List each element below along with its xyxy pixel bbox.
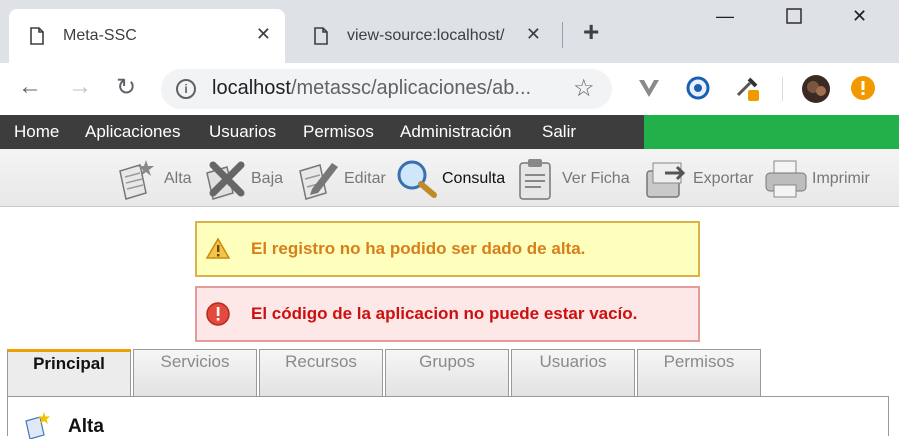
tab-panel: Alta: [7, 396, 889, 439]
ver-ficha-label: Ver Ficha: [562, 170, 630, 187]
alta-label: Alta: [164, 170, 192, 187]
main-menu-bar: Home Aplicaciones Usuarios Permisos Admi…: [0, 115, 899, 149]
forward-icon[interactable]: →: [68, 73, 92, 101]
edit-document-icon: [299, 163, 338, 200]
bookmark-star-icon[interactable]: ☆: [573, 74, 595, 103]
imprimir-label: Imprimir: [812, 170, 870, 187]
warning-message: El registro no ha podido ser dado de alt…: [195, 221, 700, 277]
exportar-button[interactable]: Exportar: [645, 157, 753, 201]
menu-item-usuarios[interactable]: Usuarios: [209, 122, 276, 142]
add-document-icon: [119, 160, 154, 200]
document-icon: [29, 26, 45, 46]
error-text: El código de la aplicacion no puede esta…: [251, 304, 638, 323]
toolbar-separator: [782, 77, 783, 101]
reload-icon[interactable]: ↻: [116, 73, 136, 102]
extension-v-icon[interactable]: [636, 75, 662, 101]
warning-text: El registro no ha podido ser dado de alt…: [251, 239, 586, 258]
address-bar[interactable]: i localhost/metassc/aplicaciones/ab... ☆: [161, 69, 612, 109]
editar-button[interactable]: Editar: [296, 157, 386, 201]
close-window-icon[interactable]: ✕: [852, 6, 867, 27]
browser-toolbar: ← → ↻ i localhost/metassc/aplicaciones/a…: [0, 63, 899, 115]
clipboard-icon: [519, 159, 551, 200]
tab-separator: [562, 22, 563, 48]
browser-tab-active[interactable]: Meta-SSC ✕: [9, 9, 285, 63]
magnifier-icon: [397, 160, 437, 198]
close-icon[interactable]: ✕: [526, 24, 541, 45]
error-icon: [206, 302, 230, 326]
baja-label: Baja: [251, 170, 284, 187]
add-document-icon: [25, 412, 50, 439]
panel-title: Alta: [68, 416, 104, 437]
editar-label: Editar: [344, 170, 386, 187]
back-icon[interactable]: ←: [18, 73, 42, 101]
menu-item-permisos[interactable]: Permisos: [303, 122, 374, 142]
info-icon[interactable]: i: [176, 79, 196, 99]
avatar[interactable]: [802, 75, 830, 103]
menu-item-home[interactable]: Home: [14, 122, 59, 142]
tab-permisos[interactable]: Permisos: [637, 349, 761, 397]
browser-tab-title: Meta-SSC: [63, 27, 137, 44]
document-icon: [313, 26, 329, 46]
export-icon: [646, 162, 686, 198]
form-tabs: Principal Servicios Recursos Grupos Usua…: [0, 349, 899, 397]
address-url[interactable]: localhost/metassc/aplicaciones/ab...: [212, 77, 531, 100]
url-host: localhost: [212, 77, 291, 99]
exportar-label: Exportar: [693, 170, 754, 187]
new-tab-icon[interactable]: +: [583, 16, 599, 48]
warning-icon: [205, 237, 231, 259]
tab-recursos[interactable]: Recursos: [259, 349, 383, 397]
menu-item-aplicaciones[interactable]: Aplicaciones: [85, 122, 180, 142]
menu-accent-bar: [644, 115, 899, 149]
browser-tab-inactive[interactable]: view-source:localhost/ ✕: [293, 9, 555, 63]
tab-servicios[interactable]: Servicios: [133, 349, 257, 397]
consulta-label: Consulta: [442, 170, 506, 187]
printer-icon: [765, 160, 807, 198]
extension-circle-icon[interactable]: [685, 75, 711, 101]
imprimir-button[interactable]: Imprimir: [764, 157, 870, 201]
eyedropper-icon[interactable]: [734, 75, 760, 101]
alta-button[interactable]: Alta: [116, 157, 192, 201]
ver-ficha-button[interactable]: Ver Ficha: [514, 157, 630, 201]
menu-item-salir[interactable]: Salir: [542, 122, 576, 142]
close-icon[interactable]: ✕: [256, 24, 271, 45]
tab-principal[interactable]: Principal: [7, 349, 131, 397]
update-alert-icon[interactable]: [850, 75, 876, 101]
tab-grupos[interactable]: Grupos: [385, 349, 509, 397]
action-toolbar: Alta Baja Editar Consulta Ver Ficha Expo…: [0, 149, 899, 207]
browser-tab-strip: Meta-SSC ✕ view-source:localhost/ ✕ + — …: [0, 0, 899, 63]
consulta-button[interactable]: Consulta: [394, 157, 505, 201]
browser-tab-title: view-source:localhost/: [347, 27, 505, 44]
tab-usuarios[interactable]: Usuarios: [511, 349, 635, 397]
delete-icon: [206, 161, 245, 200]
baja-button[interactable]: Baja: [203, 157, 283, 201]
url-path: /metassc/aplicaciones/ab...: [290, 77, 532, 99]
menu-item-administracion[interactable]: Administración: [400, 122, 512, 142]
maximize-icon[interactable]: [786, 8, 802, 29]
minimize-icon[interactable]: —: [716, 6, 734, 27]
error-message: El código de la aplicacion no puede esta…: [195, 286, 700, 342]
